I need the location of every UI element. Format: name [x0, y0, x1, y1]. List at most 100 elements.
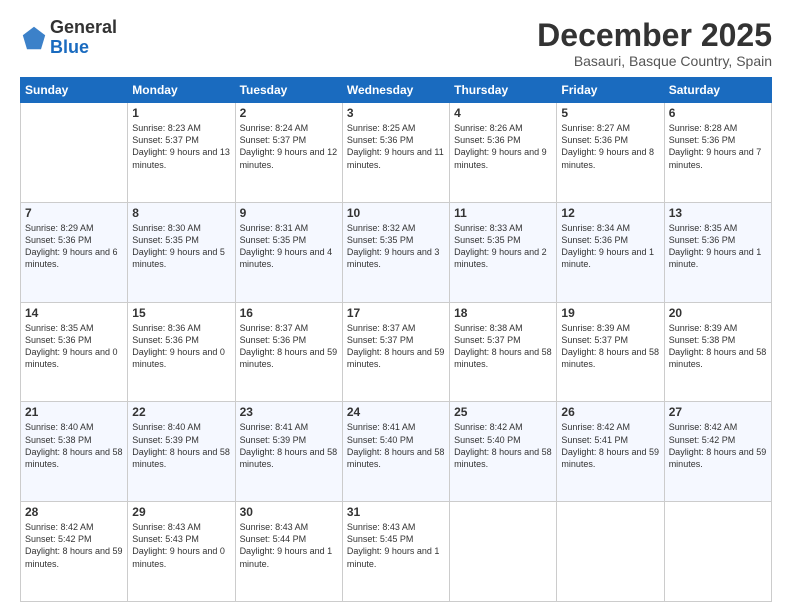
sunrise-text: Sunrise: 8:43 AM — [347, 521, 445, 533]
sunset-text: Sunset: 5:36 PM — [669, 234, 767, 246]
sunset-text: Sunset: 5:36 PM — [132, 334, 230, 346]
sunrise-text: Sunrise: 8:23 AM — [132, 122, 230, 134]
calendar-cell: 25 Sunrise: 8:42 AM Sunset: 5:40 PM Dayl… — [450, 402, 557, 502]
sunset-text: Sunset: 5:44 PM — [240, 533, 338, 545]
daylight-text: Daylight: 9 hours and 0 minutes. — [132, 346, 230, 370]
logo-general: General — [50, 17, 117, 37]
daylight-text: Daylight: 9 hours and 1 minute. — [240, 545, 338, 569]
day-number: 12 — [561, 206, 659, 220]
calendar-cell: 30 Sunrise: 8:43 AM Sunset: 5:44 PM Dayl… — [235, 502, 342, 602]
cell-info: Sunrise: 8:42 AM Sunset: 5:42 PM Dayligh… — [25, 521, 123, 570]
calendar-cell: 4 Sunrise: 8:26 AM Sunset: 5:36 PM Dayli… — [450, 103, 557, 203]
sunrise-text: Sunrise: 8:41 AM — [240, 421, 338, 433]
calendar-cell: 9 Sunrise: 8:31 AM Sunset: 5:35 PM Dayli… — [235, 202, 342, 302]
logo-icon — [20, 24, 48, 52]
day-number: 30 — [240, 505, 338, 519]
header-sunday: Sunday — [21, 78, 128, 103]
calendar-cell: 21 Sunrise: 8:40 AM Sunset: 5:38 PM Dayl… — [21, 402, 128, 502]
calendar-cell: 27 Sunrise: 8:42 AM Sunset: 5:42 PM Dayl… — [664, 402, 771, 502]
cell-info: Sunrise: 8:26 AM Sunset: 5:36 PM Dayligh… — [454, 122, 552, 171]
sunrise-text: Sunrise: 8:35 AM — [669, 222, 767, 234]
day-number: 23 — [240, 405, 338, 419]
calendar-cell: 12 Sunrise: 8:34 AM Sunset: 5:36 PM Dayl… — [557, 202, 664, 302]
sunrise-text: Sunrise: 8:37 AM — [240, 322, 338, 334]
sunrise-text: Sunrise: 8:42 AM — [454, 421, 552, 433]
sunset-text: Sunset: 5:37 PM — [454, 334, 552, 346]
calendar-cell: 20 Sunrise: 8:39 AM Sunset: 5:38 PM Dayl… — [664, 302, 771, 402]
sunrise-text: Sunrise: 8:35 AM — [25, 322, 123, 334]
daylight-text: Daylight: 8 hours and 58 minutes. — [669, 346, 767, 370]
calendar-week-1: 7 Sunrise: 8:29 AM Sunset: 5:36 PM Dayli… — [21, 202, 772, 302]
calendar-week-0: 1 Sunrise: 8:23 AM Sunset: 5:37 PM Dayli… — [21, 103, 772, 203]
calendar-header-row: Sunday Monday Tuesday Wednesday Thursday… — [21, 78, 772, 103]
day-number: 29 — [132, 505, 230, 519]
sunset-text: Sunset: 5:35 PM — [454, 234, 552, 246]
daylight-text: Daylight: 9 hours and 0 minutes. — [132, 545, 230, 569]
cell-info: Sunrise: 8:34 AM Sunset: 5:36 PM Dayligh… — [561, 222, 659, 271]
header-saturday: Saturday — [664, 78, 771, 103]
day-number: 28 — [25, 505, 123, 519]
calendar-cell: 24 Sunrise: 8:41 AM Sunset: 5:40 PM Dayl… — [342, 402, 449, 502]
sunset-text: Sunset: 5:36 PM — [25, 334, 123, 346]
page: General Blue December 2025 Basauri, Basq… — [0, 0, 792, 612]
daylight-text: Daylight: 9 hours and 13 minutes. — [132, 146, 230, 170]
day-number: 2 — [240, 106, 338, 120]
sunset-text: Sunset: 5:35 PM — [132, 234, 230, 246]
day-number: 8 — [132, 206, 230, 220]
sunrise-text: Sunrise: 8:42 AM — [669, 421, 767, 433]
calendar-cell: 28 Sunrise: 8:42 AM Sunset: 5:42 PM Dayl… — [21, 502, 128, 602]
sunrise-text: Sunrise: 8:42 AM — [25, 521, 123, 533]
daylight-text: Daylight: 8 hours and 59 minutes. — [669, 446, 767, 470]
sunrise-text: Sunrise: 8:43 AM — [240, 521, 338, 533]
day-number: 17 — [347, 306, 445, 320]
calendar-cell: 17 Sunrise: 8:37 AM Sunset: 5:37 PM Dayl… — [342, 302, 449, 402]
daylight-text: Daylight: 8 hours and 59 minutes. — [561, 446, 659, 470]
month-title: December 2025 — [537, 18, 772, 53]
calendar-cell: 7 Sunrise: 8:29 AM Sunset: 5:36 PM Dayli… — [21, 202, 128, 302]
day-number: 11 — [454, 206, 552, 220]
day-number: 31 — [347, 505, 445, 519]
sunrise-text: Sunrise: 8:31 AM — [240, 222, 338, 234]
cell-info: Sunrise: 8:43 AM Sunset: 5:45 PM Dayligh… — [347, 521, 445, 570]
sunset-text: Sunset: 5:37 PM — [132, 134, 230, 146]
day-number: 27 — [669, 405, 767, 419]
sunset-text: Sunset: 5:36 PM — [240, 334, 338, 346]
daylight-text: Daylight: 8 hours and 58 minutes. — [454, 346, 552, 370]
sunrise-text: Sunrise: 8:42 AM — [561, 421, 659, 433]
daylight-text: Daylight: 8 hours and 58 minutes. — [347, 446, 445, 470]
cell-info: Sunrise: 8:42 AM Sunset: 5:40 PM Dayligh… — [454, 421, 552, 470]
day-number: 15 — [132, 306, 230, 320]
day-number: 7 — [25, 206, 123, 220]
cell-info: Sunrise: 8:41 AM Sunset: 5:39 PM Dayligh… — [240, 421, 338, 470]
cell-info: Sunrise: 8:42 AM Sunset: 5:41 PM Dayligh… — [561, 421, 659, 470]
calendar-cell: 10 Sunrise: 8:32 AM Sunset: 5:35 PM Dayl… — [342, 202, 449, 302]
daylight-text: Daylight: 9 hours and 7 minutes. — [669, 146, 767, 170]
day-number: 19 — [561, 306, 659, 320]
daylight-text: Daylight: 8 hours and 58 minutes. — [561, 346, 659, 370]
cell-info: Sunrise: 8:37 AM Sunset: 5:37 PM Dayligh… — [347, 322, 445, 371]
sunset-text: Sunset: 5:38 PM — [669, 334, 767, 346]
sunset-text: Sunset: 5:39 PM — [132, 434, 230, 446]
sunrise-text: Sunrise: 8:43 AM — [132, 521, 230, 533]
cell-info: Sunrise: 8:28 AM Sunset: 5:36 PM Dayligh… — [669, 122, 767, 171]
title-block: December 2025 Basauri, Basque Country, S… — [537, 18, 772, 69]
sunset-text: Sunset: 5:42 PM — [669, 434, 767, 446]
calendar-cell: 2 Sunrise: 8:24 AM Sunset: 5:37 PM Dayli… — [235, 103, 342, 203]
cell-info: Sunrise: 8:40 AM Sunset: 5:39 PM Dayligh… — [132, 421, 230, 470]
cell-info: Sunrise: 8:23 AM Sunset: 5:37 PM Dayligh… — [132, 122, 230, 171]
day-number: 22 — [132, 405, 230, 419]
cell-info: Sunrise: 8:37 AM Sunset: 5:36 PM Dayligh… — [240, 322, 338, 371]
sunrise-text: Sunrise: 8:28 AM — [669, 122, 767, 134]
calendar-week-2: 14 Sunrise: 8:35 AM Sunset: 5:36 PM Dayl… — [21, 302, 772, 402]
sunrise-text: Sunrise: 8:32 AM — [347, 222, 445, 234]
sunset-text: Sunset: 5:40 PM — [454, 434, 552, 446]
daylight-text: Daylight: 9 hours and 12 minutes. — [240, 146, 338, 170]
cell-info: Sunrise: 8:43 AM Sunset: 5:43 PM Dayligh… — [132, 521, 230, 570]
cell-info: Sunrise: 8:31 AM Sunset: 5:35 PM Dayligh… — [240, 222, 338, 271]
day-number: 1 — [132, 106, 230, 120]
calendar-week-4: 28 Sunrise: 8:42 AM Sunset: 5:42 PM Dayl… — [21, 502, 772, 602]
sunset-text: Sunset: 5:38 PM — [25, 434, 123, 446]
calendar-week-3: 21 Sunrise: 8:40 AM Sunset: 5:38 PM Dayl… — [21, 402, 772, 502]
sunset-text: Sunset: 5:36 PM — [669, 134, 767, 146]
sunrise-text: Sunrise: 8:40 AM — [25, 421, 123, 433]
